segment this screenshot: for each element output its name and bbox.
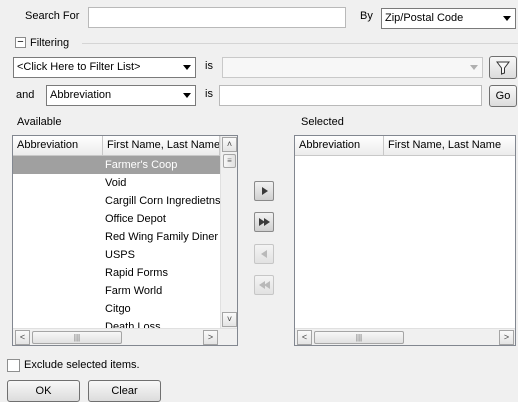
search-for-label: Search For bbox=[25, 10, 80, 22]
scroll-left-icon[interactable]: < bbox=[297, 330, 312, 345]
scroll-down-icon[interactable]: ˅ bbox=[222, 312, 237, 327]
left-arrow-icon bbox=[261, 250, 267, 258]
selected-horizontal-scrollbar[interactable]: < ||| > bbox=[295, 328, 515, 345]
vertical-scroll-thumb[interactable]: ≡ bbox=[223, 154, 236, 168]
row-name: Farm World bbox=[105, 285, 163, 297]
selected-title: Selected bbox=[301, 116, 344, 128]
and-value-input[interactable] bbox=[219, 85, 482, 106]
column-header-abbreviation[interactable]: Abbreviation bbox=[13, 136, 103, 156]
list-item[interactable]: USPS bbox=[13, 246, 220, 264]
filter-field-value: <Click Here to Filter List> bbox=[17, 61, 141, 73]
horizontal-scroll-thumb[interactable]: ||| bbox=[314, 331, 404, 344]
go-button[interactable]: Go bbox=[489, 85, 517, 107]
row-name: Citgo bbox=[105, 303, 131, 315]
scroll-left-icon[interactable]: < bbox=[15, 330, 30, 345]
filtering-title: Filtering bbox=[30, 37, 70, 49]
selected-list[interactable]: Abbreviation First Name, Last Name < |||… bbox=[294, 135, 516, 346]
row-name: Farmer's Coop bbox=[105, 159, 178, 171]
double-left-arrow-icon-part bbox=[264, 281, 270, 289]
scroll-right-icon[interactable]: > bbox=[203, 330, 218, 345]
column-header-abbreviation[interactable]: Abbreviation bbox=[295, 136, 384, 156]
double-right-arrow-icon-part bbox=[264, 218, 270, 226]
and-label: and bbox=[16, 89, 35, 101]
by-label: By bbox=[360, 10, 373, 22]
search-by-value: Zip/Postal Code bbox=[385, 12, 464, 24]
row-name: Office Depot bbox=[105, 213, 166, 225]
available-horizontal-scrollbar[interactable]: < ||| > bbox=[13, 328, 237, 345]
funnel-icon bbox=[496, 61, 510, 75]
scroll-up-icon[interactable]: ˄ bbox=[222, 137, 237, 152]
ok-button[interactable]: OK bbox=[7, 380, 80, 402]
filter-button[interactable] bbox=[489, 56, 517, 79]
row-name: Red Wing Family Diner bbox=[105, 231, 219, 243]
list-item[interactable]: Farm World bbox=[13, 282, 220, 300]
horizontal-scroll-thumb[interactable]: ||| bbox=[32, 331, 122, 344]
list-item[interactable]: Rapid Forms bbox=[13, 264, 220, 282]
add-button[interactable] bbox=[254, 181, 274, 201]
and-field-dropdown[interactable]: Abbreviation bbox=[46, 85, 196, 106]
filter-field-dropdown[interactable]: <Click Here to Filter List> bbox=[13, 57, 196, 78]
and-field-value: Abbreviation bbox=[50, 89, 112, 101]
list-item[interactable]: Cargill Corn Ingredietns bbox=[13, 192, 221, 210]
column-header-name[interactable]: First Name, Last Name bbox=[384, 136, 515, 156]
exclude-checkbox[interactable] bbox=[7, 359, 20, 372]
list-item[interactable]: Red Wing Family Diner bbox=[13, 228, 220, 246]
available-list[interactable]: Abbreviation First Name, Last Name Farme… bbox=[12, 135, 238, 346]
search-by-dropdown[interactable]: Zip/Postal Code bbox=[381, 8, 516, 29]
row-name: Cargill Corn Ingredietns bbox=[105, 195, 221, 207]
remove-all-button[interactable] bbox=[254, 275, 274, 295]
chevron-down-icon bbox=[503, 16, 511, 21]
filtering-divider bbox=[82, 43, 518, 44]
exclude-label: Exclude selected items. bbox=[24, 359, 140, 371]
search-input[interactable] bbox=[88, 7, 346, 28]
row-name: Rapid Forms bbox=[105, 267, 168, 279]
chevron-down-icon bbox=[183, 93, 191, 98]
available-vertical-scrollbar[interactable]: ˄ ≡ ˅ bbox=[220, 136, 237, 328]
chevron-down-icon bbox=[183, 65, 191, 70]
list-item[interactable]: Farmer's Coop bbox=[13, 156, 220, 174]
filter-operator-label: is bbox=[205, 60, 213, 72]
chevron-down-icon bbox=[470, 65, 478, 70]
list-item[interactable]: Void bbox=[13, 174, 220, 192]
column-header-name[interactable]: First Name, Last Name bbox=[103, 136, 220, 156]
clear-button[interactable]: Clear bbox=[88, 380, 161, 402]
available-title: Available bbox=[17, 116, 62, 128]
filter-value-dropdown bbox=[222, 57, 483, 78]
add-all-button[interactable] bbox=[254, 212, 274, 232]
list-item[interactable]: Citgo bbox=[13, 300, 220, 318]
filtering-collapse-toggle[interactable]: − bbox=[15, 37, 26, 48]
right-arrow-icon bbox=[262, 187, 268, 195]
list-item[interactable]: Office Depot bbox=[13, 210, 220, 228]
scroll-right-icon[interactable]: > bbox=[499, 330, 514, 345]
collapse-icon: − bbox=[17, 36, 24, 48]
row-name: USPS bbox=[105, 249, 135, 261]
row-name: Void bbox=[105, 177, 127, 189]
and-operator-label: is bbox=[205, 88, 213, 100]
remove-button[interactable] bbox=[254, 244, 274, 264]
